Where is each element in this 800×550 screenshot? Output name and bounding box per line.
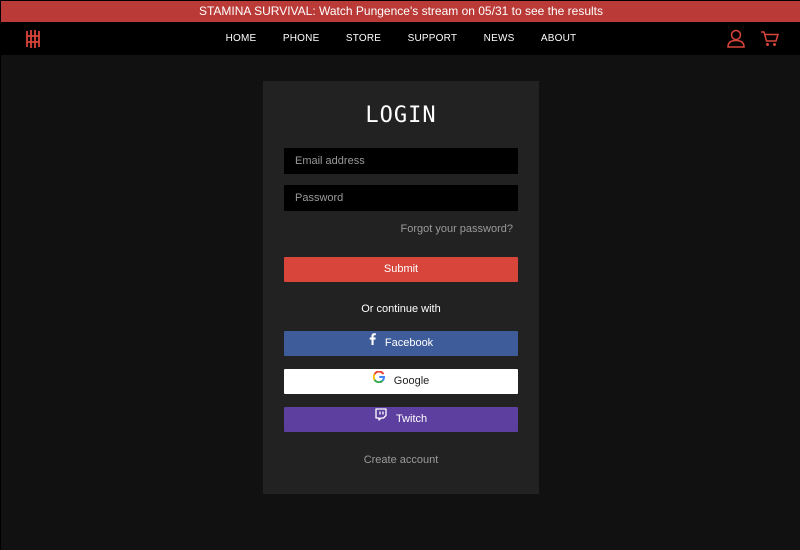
main-content: LOGIN Forgot your password? Submit Or co… bbox=[1, 55, 800, 550]
forgot-password-link[interactable]: Forgot your password? bbox=[401, 223, 514, 235]
continue-with-label: Or continue with bbox=[361, 303, 441, 315]
submit-label: Submit bbox=[383, 263, 419, 275]
facebook-label: Facebook bbox=[384, 337, 434, 349]
google-login-button[interactable]: Google bbox=[284, 369, 518, 394]
twitch-login-button[interactable]: Twitch bbox=[284, 407, 518, 432]
nav-phone[interactable]: PHONE bbox=[283, 22, 320, 55]
email-field[interactable] bbox=[284, 148, 518, 174]
submit-button[interactable]: Submit bbox=[284, 257, 518, 282]
google-label: Google bbox=[393, 375, 430, 387]
facebook-icon bbox=[369, 330, 376, 355]
nav-home[interactable]: HOME bbox=[226, 22, 257, 55]
password-field[interactable] bbox=[284, 185, 518, 211]
twitch-icon bbox=[375, 406, 387, 431]
cart-icon[interactable] bbox=[760, 30, 780, 47]
main-nav: HOME PHONE STORE SUPPORT NEWS ABOUT bbox=[1, 22, 800, 55]
login-card: LOGIN Forgot your password? Submit Or co… bbox=[263, 81, 539, 494]
google-icon bbox=[372, 368, 385, 393]
nav-store[interactable]: STORE bbox=[346, 22, 381, 55]
nav-about[interactable]: ABOUT bbox=[541, 22, 576, 55]
twitch-label: Twitch bbox=[395, 413, 428, 425]
announcement-text: STAMINA SURVIVAL: Watch Pungence's strea… bbox=[198, 4, 604, 18]
nav-news[interactable]: NEWS bbox=[484, 22, 515, 55]
create-account-link[interactable]: Create account bbox=[263, 454, 539, 466]
nav-support[interactable]: SUPPORT bbox=[408, 22, 458, 55]
top-navbar: HOME PHONE STORE SUPPORT NEWS ABOUT bbox=[1, 22, 800, 55]
announcement-banner[interactable]: STAMINA SURVIVAL: Watch Pungence's strea… bbox=[1, 1, 800, 22]
facebook-login-button[interactable]: Facebook bbox=[284, 331, 518, 356]
user-icon[interactable] bbox=[727, 29, 745, 48]
login-title: LOGIN bbox=[365, 103, 437, 128]
